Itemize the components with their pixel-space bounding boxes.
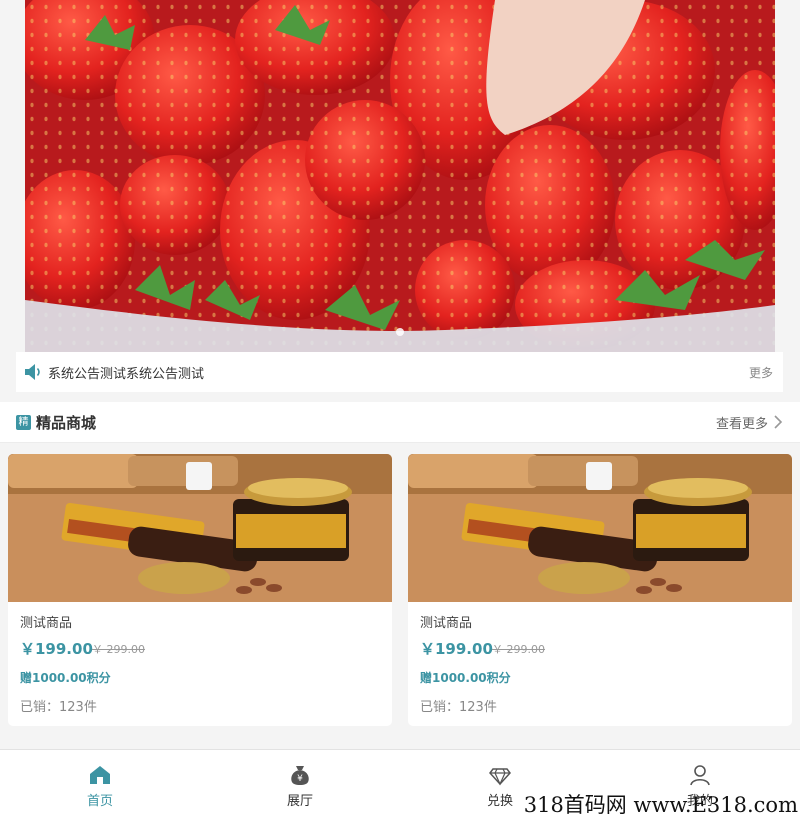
product-original-price: ￥ 299.00 xyxy=(492,643,545,656)
banner-carousel[interactable] xyxy=(25,0,775,352)
home-icon xyxy=(90,766,110,784)
chevron-right-icon[interactable] xyxy=(772,415,784,429)
product-card[interactable]: 测试商品 ￥199.00 ￥ 299.00 赠1000.00积分 已销：123件 xyxy=(408,454,792,726)
tab-home[interactable]: 首页 xyxy=(0,750,200,816)
carousel-indicator[interactable] xyxy=(25,321,775,340)
product-sold-count: 已销：123件 xyxy=(420,700,497,715)
section-badge: 精 xyxy=(16,414,31,430)
product-grid: 测试商品 ￥199.00 ￥ 299.00 赠1000.00积分 已销：123件… xyxy=(0,443,800,749)
section-header: 精 精品商城 查看更多 xyxy=(0,402,800,443)
watermark-text: 318首码网 www.E318.com xyxy=(523,793,798,816)
notice-bar[interactable]: 系统公告测试系统公告测试 更多 xyxy=(16,352,783,392)
notice-more-link[interactable]: 更多 xyxy=(749,364,773,381)
section-title: 精品商城 xyxy=(36,413,97,432)
banner-strawberry-image xyxy=(25,0,775,352)
product-sold-count: 已销：123件 xyxy=(20,700,97,715)
product-image xyxy=(8,454,392,602)
diamond-icon xyxy=(489,768,511,786)
notice-text: 系统公告测试系统公告测试 xyxy=(48,366,205,382)
svg-text:¥: ¥ xyxy=(297,774,303,784)
coin-bag-icon: ¥ xyxy=(291,766,309,785)
carousel-dot[interactable] xyxy=(396,328,404,336)
product-original-price: ￥ 299.00 xyxy=(92,643,145,656)
tab-label: 首页 xyxy=(86,794,113,809)
tab-label: 兑换 xyxy=(486,794,513,809)
product-price: ￥199.00 xyxy=(420,640,493,658)
tab-showroom[interactable]: ¥ 展厅 xyxy=(200,750,400,816)
product-price: ￥199.00 xyxy=(20,640,93,658)
view-more-link[interactable]: 查看更多 xyxy=(716,413,768,432)
product-gift-points: 赠1000.00积分 xyxy=(20,671,111,685)
product-gift-points: 赠1000.00积分 xyxy=(420,671,511,685)
user-icon xyxy=(690,765,710,786)
tab-label: 展厅 xyxy=(286,794,313,809)
speaker-icon xyxy=(25,364,40,380)
product-name: 测试商品 xyxy=(20,616,73,631)
product-name: 测试商品 xyxy=(420,616,473,631)
product-image xyxy=(408,454,792,602)
product-card[interactable]: 测试商品 ￥199.00 ￥ 299.00 赠1000.00积分 已销：123件 xyxy=(8,454,392,726)
